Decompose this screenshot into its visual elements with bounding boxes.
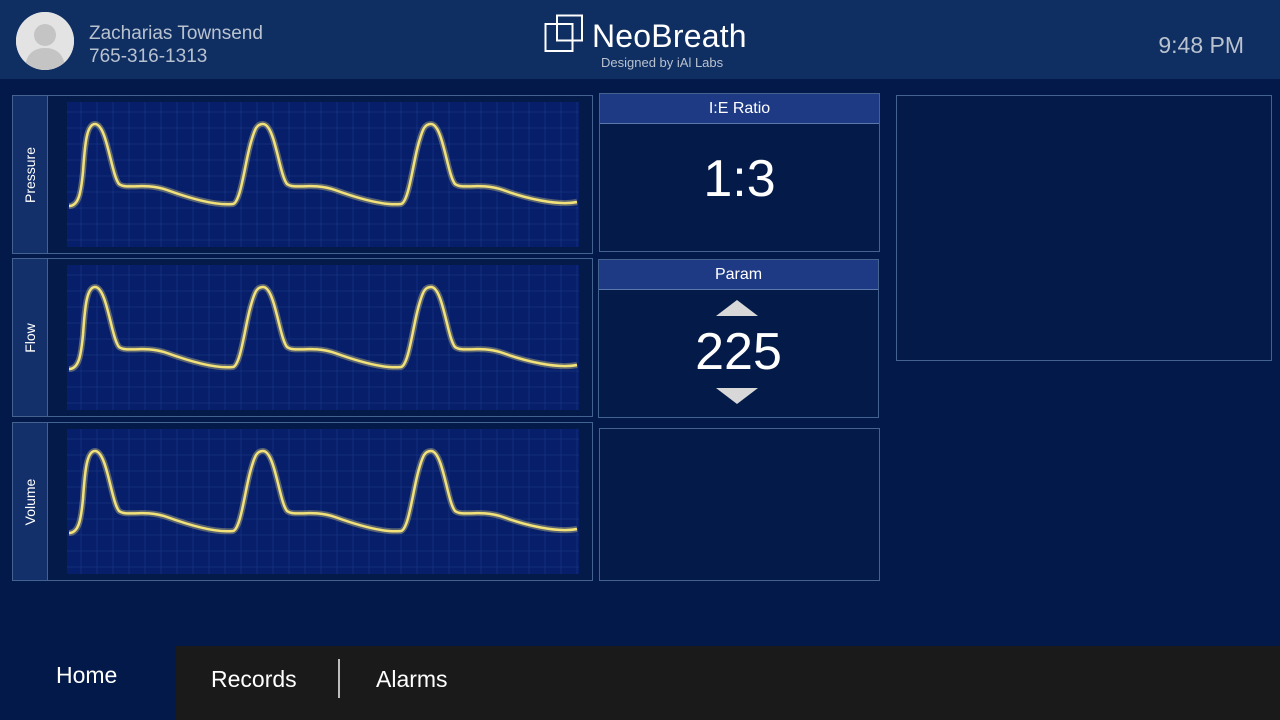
brand-subtitle: Designed by iAl Labs [601,55,724,70]
param-title: Param [599,260,878,290]
header-bar: Zacharias Townsend 765-316-1313 NeoBreat… [0,0,1280,79]
waveform-label-strip: Flow [13,259,48,416]
volume-waveform [67,429,579,574]
patient-phone: 765-316-1313 [89,46,208,67]
avatar[interactable] [16,12,74,70]
ie-ratio-box[interactable]: I:E Ratio 1:3 [599,93,880,252]
waveform-label-flow: Flow [22,322,38,353]
waveform-label-strip: Pressure [13,96,48,253]
empty-panel-bottom [599,428,880,581]
user-silhouette-icon [16,12,74,70]
waveform-label-volume: Volume [22,478,38,525]
waveform-label-pressure: Pressure [22,146,38,203]
waveform-background [67,102,579,247]
tab-alarms[interactable]: Alarms [376,666,448,693]
bottom-nav-bar [0,646,1280,720]
flow-waveform [67,265,579,410]
ie-ratio-value: 1:3 [703,150,776,208]
pressure-waveform-panel[interactable]: Pressure [12,95,593,254]
clock: 9:48 PM [1158,32,1244,58]
ventilator-app: Zacharias Townsend 765-316-1313 NeoBreat… [0,0,1280,720]
waveform-background [67,265,579,410]
param-box: Param 225 [598,259,879,418]
volume-waveform-panel[interactable]: Volume [12,422,593,581]
tab-home-label[interactable]: Home [56,662,117,689]
empty-panel-right [896,95,1272,361]
tab-divider [338,659,340,698]
overlapping-squares-logo-icon [544,14,583,52]
param-increase-icon[interactable] [716,300,758,316]
ie-ratio-title: I:E Ratio [600,94,879,124]
param-decrease-icon[interactable] [716,388,758,404]
tab-records[interactable]: Records [211,666,297,693]
brand-name: NeoBreath [592,18,747,54]
waveform-label-strip: Volume [13,423,48,580]
flow-waveform-panel[interactable]: Flow [12,258,593,417]
patient-name: Zacharias Townsend [89,23,263,44]
waveform-background [67,429,579,574]
pressure-waveform [67,102,579,247]
param-value: 225 [695,323,782,381]
